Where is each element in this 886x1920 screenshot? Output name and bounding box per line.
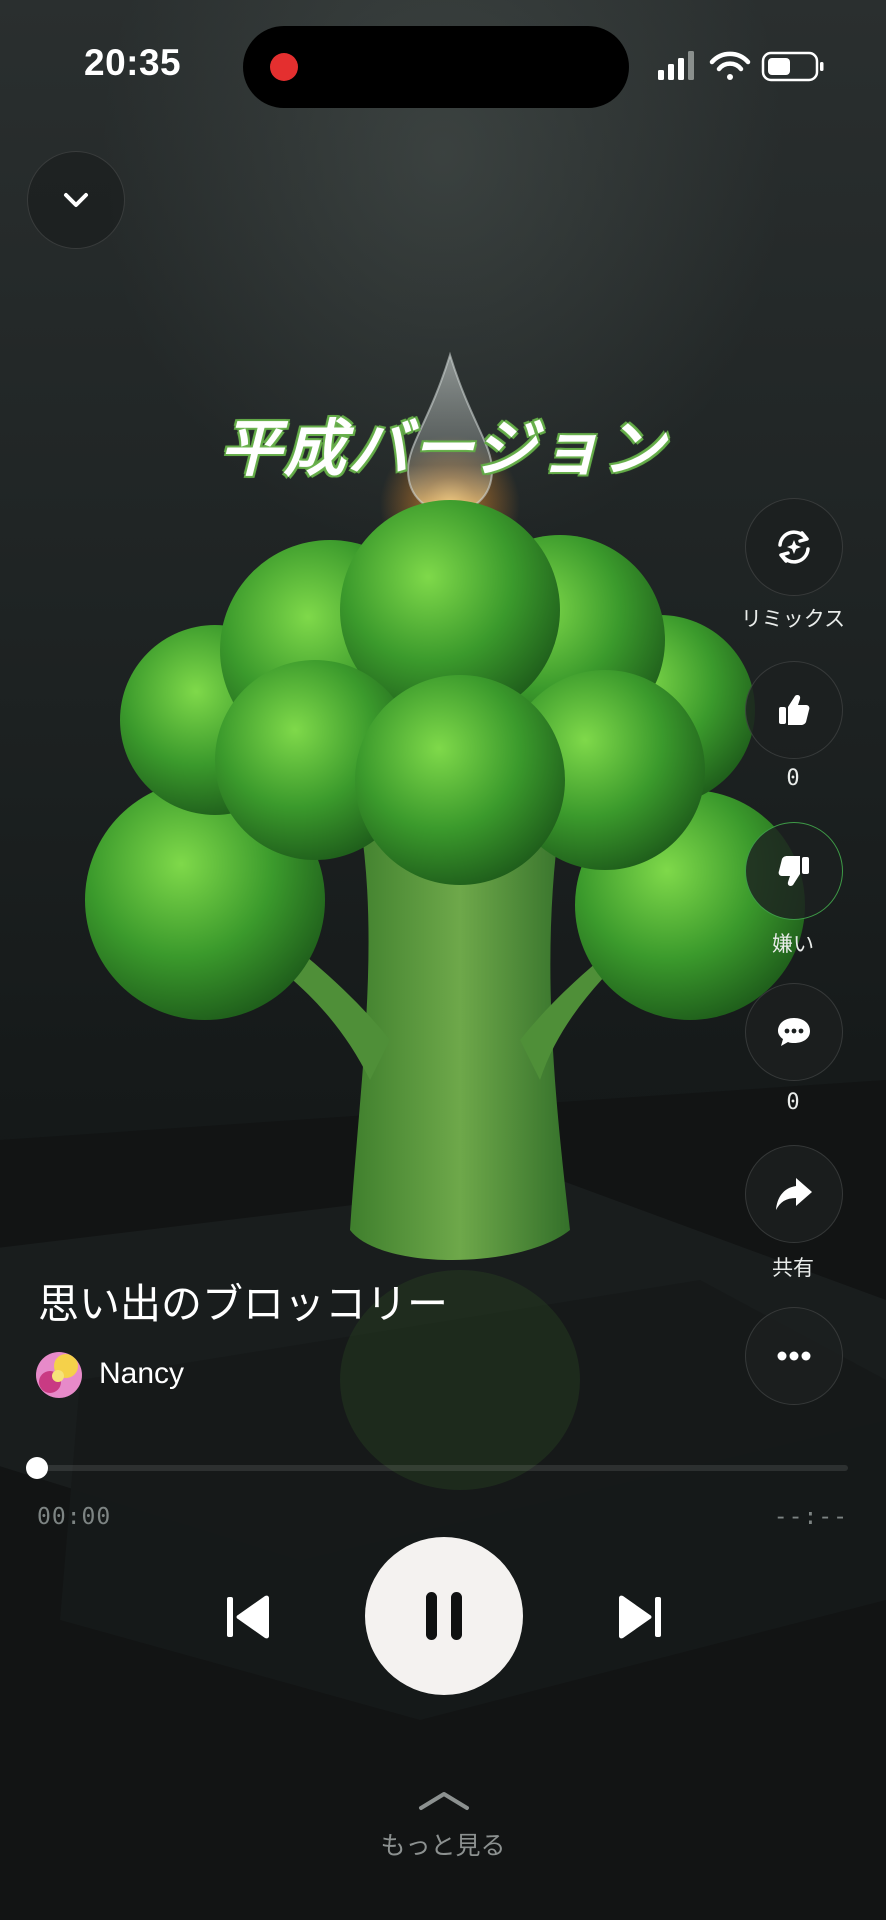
like-button[interactable] — [745, 661, 843, 759]
thumbs-down-icon — [778, 856, 809, 886]
expand-more-button[interactable] — [418, 1788, 470, 1814]
artwork-title-text: 平成バージョン — [219, 412, 667, 485]
progress-thumb[interactable] — [26, 1457, 48, 1479]
wifi-icon — [709, 51, 751, 80]
comment-icon — [778, 1018, 810, 1046]
artist-name[interactable]: Nancy — [99, 1357, 184, 1391]
previous-button[interactable] — [224, 1592, 274, 1642]
collapse-button[interactable] — [27, 151, 125, 249]
pause-icon — [426, 1592, 462, 1640]
duration: --:-- — [773, 1504, 848, 1530]
signal-icon — [658, 51, 694, 80]
chevron-down-icon — [64, 193, 88, 207]
remix-icon — [778, 530, 810, 564]
next-button[interactable] — [614, 1592, 664, 1642]
thumbs-up-icon — [779, 695, 810, 725]
recording-indicator — [270, 53, 298, 81]
dislike-label: 嫌い — [772, 932, 814, 956]
remix-label: リミックス — [740, 607, 846, 631]
song-title[interactable]: 思い出のブロッコリー — [38, 1270, 448, 1330]
status-time: 20:35 — [84, 42, 182, 83]
dislike-button[interactable] — [745, 822, 843, 920]
see-more-label[interactable]: もっと見る — [0, 1826, 886, 1862]
like-count: 0 — [786, 766, 800, 791]
status-icons — [658, 51, 824, 82]
chevron-up-icon — [419, 1792, 469, 1810]
dynamic-island — [243, 26, 629, 108]
current-time: 00:00 — [37, 1504, 112, 1530]
remix-button[interactable] — [745, 498, 843, 596]
progress-track[interactable] — [36, 1465, 848, 1471]
pause-button[interactable] — [365, 1537, 523, 1695]
more-icon — [777, 1351, 811, 1361]
skip-next-icon — [619, 1595, 661, 1639]
comment-button[interactable] — [745, 983, 843, 1081]
comment-count: 0 — [786, 1090, 800, 1115]
battery-icon — [761, 51, 824, 82]
avatar-image — [36, 1352, 82, 1398]
share-button[interactable] — [745, 1145, 843, 1243]
share-label: 共有 — [772, 1256, 814, 1280]
artist-avatar[interactable] — [36, 1352, 82, 1398]
more-options-button[interactable] — [745, 1307, 843, 1405]
skip-previous-icon — [227, 1595, 269, 1639]
share-icon — [776, 1178, 812, 1210]
